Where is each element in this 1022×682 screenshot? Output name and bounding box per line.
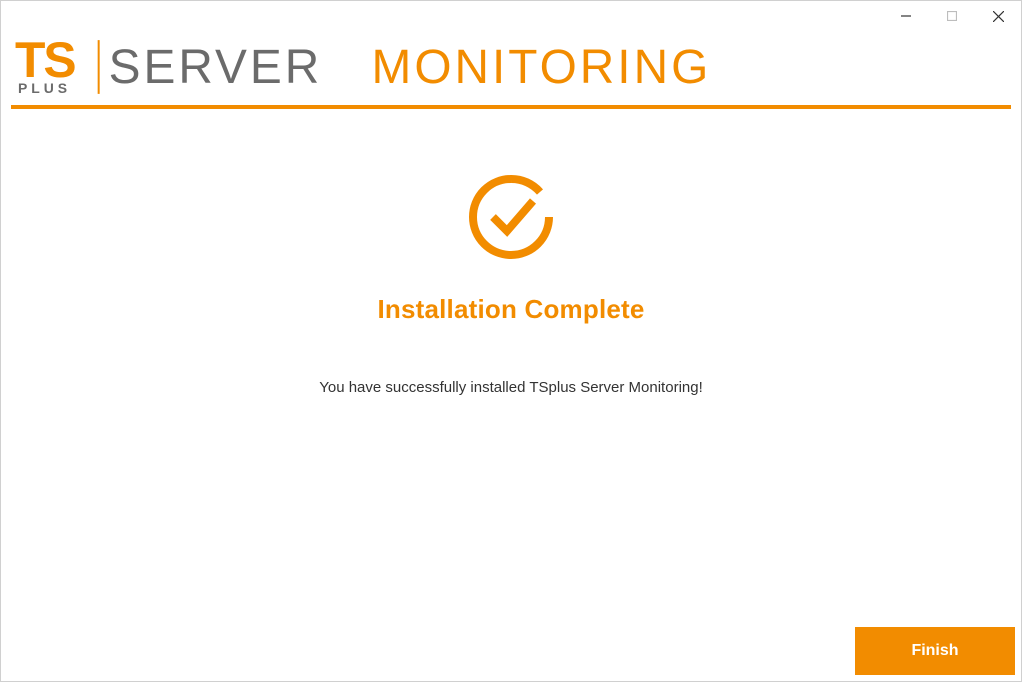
- success-message: You have successfully installed TSplus S…: [319, 379, 703, 396]
- footer: Finish: [849, 621, 1021, 681]
- logo-monitoring: MONITORING: [372, 41, 712, 94]
- minimize-icon: [901, 11, 911, 21]
- product-logo: TS PLUS SERVER MONITORING: [11, 37, 1011, 97]
- header: TS PLUS SERVER MONITORING: [1, 31, 1021, 109]
- installer-window: TS PLUS SERVER MONITORING Installation C…: [0, 0, 1022, 682]
- page-title: Installation Complete: [377, 294, 644, 325]
- logo-plus: PLUS: [18, 80, 71, 96]
- maximize-button: [929, 1, 975, 31]
- titlebar: [1, 1, 1021, 31]
- logo-svg: TS PLUS SERVER MONITORING: [15, 37, 1011, 97]
- close-button[interactable]: [975, 1, 1021, 31]
- minimize-button[interactable]: [883, 1, 929, 31]
- close-icon: [993, 11, 1004, 22]
- maximize-icon: [947, 11, 957, 21]
- logo-server: SERVER: [109, 41, 323, 94]
- content-area: Installation Complete You have successfu…: [1, 109, 1021, 681]
- checkmark-circle-icon: [467, 173, 555, 261]
- success-icon: [467, 173, 555, 266]
- finish-button[interactable]: Finish: [855, 627, 1015, 675]
